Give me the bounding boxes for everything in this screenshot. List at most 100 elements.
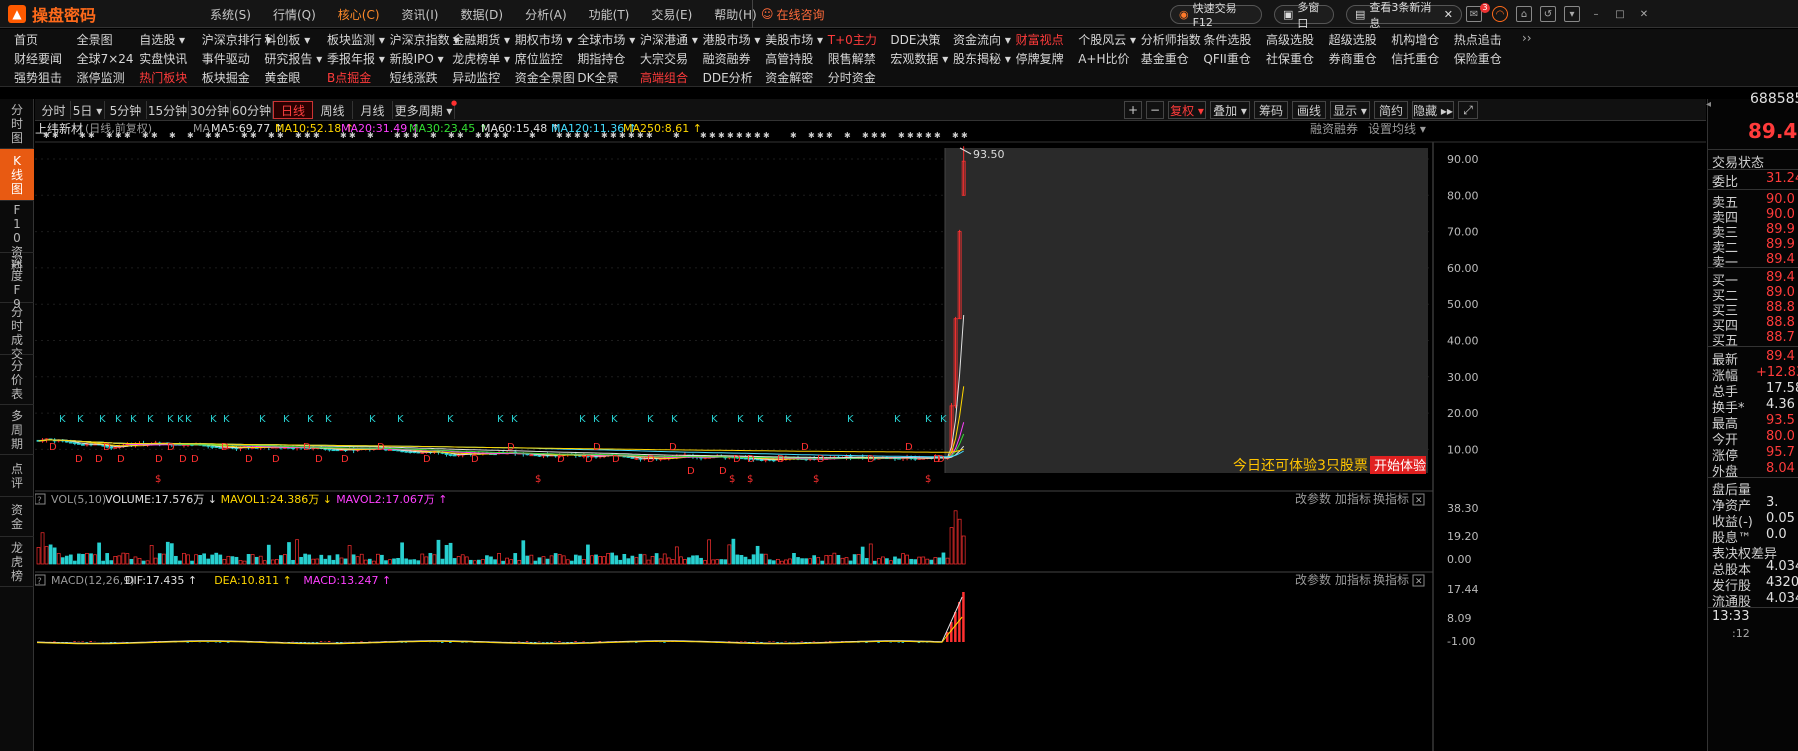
event-marker-icon[interactable]: ✱	[106, 131, 113, 140]
quick-nav-item[interactable]: 分析师指数	[1141, 31, 1201, 48]
event-marker-icon[interactable]: ✱	[646, 131, 653, 140]
event-marker-icon[interactable]: ✱	[529, 131, 536, 140]
quick-nav-item[interactable]: 全球7×24	[77, 50, 134, 67]
close-window-icon[interactable]: ✕	[1636, 6, 1652, 22]
quick-nav-item[interactable]: 券商重仓	[1329, 50, 1377, 67]
chart-tool-button[interactable]: 叠加 ▾	[1210, 101, 1250, 119]
period-tab[interactable]: 更多周期 ▾	[393, 101, 455, 119]
quick-nav-item[interactable]: 美股市场 ▾	[765, 31, 823, 48]
menu-item[interactable]: 核心(C)	[338, 6, 380, 23]
vol-param-button[interactable]: 加指标	[1335, 491, 1371, 506]
event-marker-icon[interactable]: ✱	[394, 131, 401, 140]
period-tab[interactable]: 日线	[273, 101, 313, 119]
quick-nav-item[interactable]: 研究报告 ▾	[264, 50, 322, 67]
quick-nav-item[interactable]: 信托重仓	[1391, 50, 1439, 67]
event-marker-icon[interactable]: ✱	[475, 131, 482, 140]
event-marker-icon[interactable]: ✱	[601, 131, 608, 140]
service-icon[interactable]: ◠	[1492, 6, 1508, 22]
minimize-icon[interactable]: –	[1588, 6, 1604, 22]
event-marker-icon[interactable]: ✱	[187, 131, 194, 140]
event-marker-icon[interactable]: ✱	[457, 131, 464, 140]
event-marker-icon[interactable]: ✱	[790, 131, 797, 140]
period-tab[interactable]: 分时	[37, 101, 71, 119]
quick-nav-item[interactable]: 高端组合	[640, 69, 688, 86]
quick-nav-item[interactable]: 机构增仓	[1391, 31, 1439, 48]
quick-nav-item[interactable]: 限售解禁	[828, 50, 876, 67]
quick-nav-item[interactable]: 大宗交易	[640, 50, 688, 67]
quick-nav-item[interactable]: 分时资金	[828, 69, 876, 86]
event-marker-icon[interactable]: ✱	[403, 131, 410, 140]
quick-nav-item[interactable]: 首页	[14, 31, 38, 48]
quick-nav-item[interactable]: 保险重仓	[1454, 50, 1502, 67]
event-marker-icon[interactable]: ✱	[250, 131, 257, 140]
quick-nav-item[interactable]: 全球市场 ▾	[577, 31, 635, 48]
period-tab[interactable]: 5日 ▾	[71, 101, 105, 119]
quick-nav-item[interactable]: 个股风云 ▾	[1078, 31, 1136, 48]
event-marker-icon[interactable]: ✱	[484, 131, 491, 140]
chart-tool-button[interactable]: 画线	[1292, 101, 1326, 119]
event-marker-icon[interactable]: ✱	[871, 131, 878, 140]
period-tab[interactable]: 月线	[353, 101, 393, 119]
quick-nav-item[interactable]: 沪深京排行 ▾	[202, 31, 272, 48]
period-tab[interactable]: 5分钟	[105, 101, 147, 119]
quick-nav-item[interactable]: 港股市场 ▾	[703, 31, 761, 48]
event-marker-icon[interactable]: ✱	[898, 131, 905, 140]
chart-tool-button[interactable]: 隐藏 ▸▸	[1412, 101, 1454, 119]
quick-trade-button[interactable]: ◉ 快速交易F12	[1170, 2, 1262, 29]
event-marker-icon[interactable]: ✱	[826, 131, 833, 140]
menu-item[interactable]: 分析(A)	[525, 6, 567, 23]
message-button[interactable]: ▤ 查看3条新消息 ✕	[1346, 1, 1462, 30]
event-marker-icon[interactable]: ✱	[43, 131, 50, 140]
skin-icon[interactable]: ▾	[1564, 6, 1580, 22]
quick-nav-item[interactable]: 全景图	[77, 31, 113, 48]
event-marker-icon[interactable]: ✱	[637, 131, 644, 140]
event-marker-icon[interactable]: ✱	[718, 131, 725, 140]
quick-nav-item[interactable]: DDE决策	[890, 31, 940, 48]
event-marker-icon[interactable]: ✱	[556, 131, 563, 140]
quick-nav-item[interactable]: 自选股 ▾	[139, 31, 185, 48]
event-marker-icon[interactable]: ✱	[142, 131, 149, 140]
quick-nav-item[interactable]: 新股IPO ▾	[390, 50, 444, 67]
left-nav-item[interactable]: 分时图	[0, 99, 34, 149]
event-marker-icon[interactable]: ✱	[727, 131, 734, 140]
quick-nav-item[interactable]: 事件驱动	[202, 50, 250, 67]
macd-param-button[interactable]: 换指标	[1373, 572, 1409, 587]
quick-nav-item[interactable]: 股东揭秘 ▾	[953, 50, 1011, 67]
quick-nav-item[interactable]: 资金流向 ▾	[953, 31, 1011, 48]
event-marker-icon[interactable]: ✱	[916, 131, 923, 140]
left-nav-item[interactable]: 分时成交	[0, 303, 34, 361]
quick-nav-item[interactable]: 板块掘金	[202, 69, 250, 86]
event-marker-icon[interactable]: ✱	[88, 131, 95, 140]
quick-nav-item[interactable]: 基金重仓	[1141, 50, 1189, 67]
menu-item[interactable]: 交易(E)	[651, 6, 692, 23]
event-marker-icon[interactable]: ✱	[628, 131, 635, 140]
quick-nav-item[interactable]: 强势狙击	[14, 69, 62, 86]
quick-nav-item[interactable]: 期指持仓	[577, 50, 625, 67]
quick-nav-item[interactable]: 高级选股	[1266, 31, 1314, 48]
menu-item[interactable]: 数据(D)	[460, 6, 503, 23]
event-marker-icon[interactable]: ✱	[52, 131, 59, 140]
event-marker-icon[interactable]: ✱	[502, 131, 509, 140]
event-marker-icon[interactable]: ✱	[169, 131, 176, 140]
event-marker-icon[interactable]: ✱	[862, 131, 869, 140]
event-marker-icon[interactable]: ✱	[610, 131, 617, 140]
menu-item[interactable]: 系统(S)	[210, 6, 251, 23]
kline-chart-area[interactable]: 上纬新材 (日线,前复权) MA MA5:69.77 ↑MA10:52.18 ↑MA2…	[35, 122, 1706, 751]
event-marker-icon[interactable]: ✱	[277, 131, 284, 140]
menu-item[interactable]: 帮助(H)	[714, 6, 756, 23]
quick-nav-item[interactable]: DDE分析	[703, 69, 753, 86]
quick-nav-item[interactable]: 热门板块	[139, 69, 187, 86]
close-icon[interactable]: ✕	[1444, 8, 1453, 21]
event-marker-icon[interactable]: ✱	[574, 131, 581, 140]
event-marker-icon[interactable]: ✱	[115, 131, 122, 140]
event-marker-icon[interactable]: ✱	[907, 131, 914, 140]
macd-param-button[interactable]: 改参数	[1295, 572, 1331, 587]
left-nav-item[interactable]: K线图	[0, 149, 34, 201]
period-tab[interactable]: 30分钟	[189, 101, 231, 119]
quick-nav-item[interactable]: 宏观数据 ▾	[890, 50, 948, 67]
event-marker-icon[interactable]: ✱	[934, 131, 941, 140]
margin-trading-link[interactable]: 融资融券	[1310, 122, 1358, 136]
menu-item[interactable]: 行情(Q)	[273, 6, 316, 23]
quick-nav-item[interactable]: 社保重仓	[1266, 50, 1314, 67]
event-marker-icon[interactable]: ✱	[673, 131, 680, 140]
